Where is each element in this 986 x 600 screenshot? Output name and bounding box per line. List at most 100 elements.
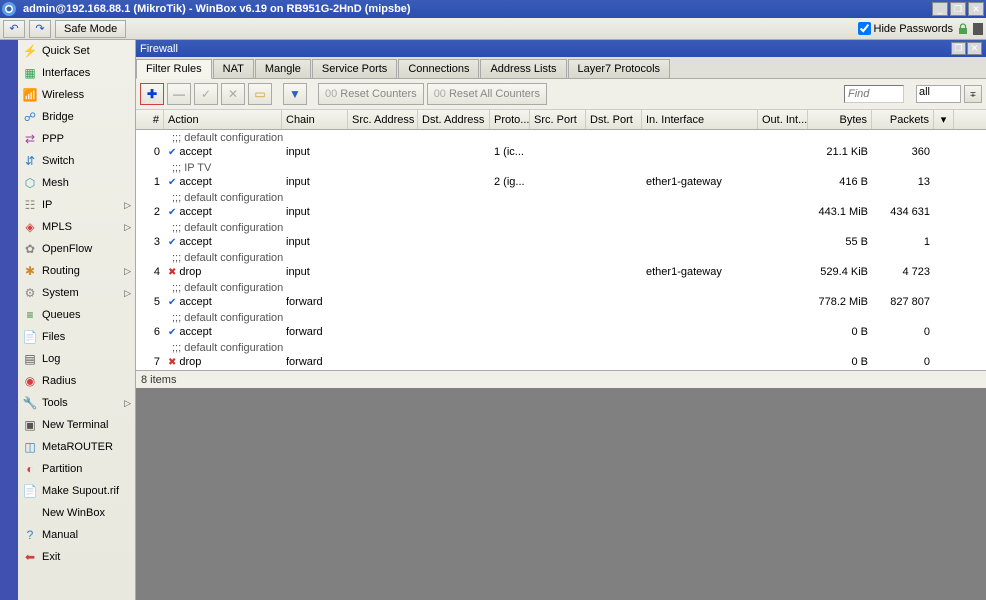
col-src-port[interactable]: Src. Port bbox=[530, 110, 586, 129]
sidebar-item-metarouter[interactable]: ◫ MetaROUTER bbox=[18, 436, 135, 458]
tab-filter-rules[interactable]: Filter Rules bbox=[136, 59, 212, 79]
sidebar-icon: ⇵ bbox=[22, 153, 38, 169]
table-row[interactable]: 5 ✔accept forward 778.2 MiB 827 807 bbox=[136, 295, 986, 310]
top-toolbar: ↶ ↷ Safe Mode Hide Passwords bbox=[0, 18, 986, 40]
comment-row[interactable]: ;;; default configuration bbox=[136, 280, 986, 295]
col-packets[interactable]: Packets bbox=[872, 110, 934, 129]
sidebar-item-switch[interactable]: ⇵ Switch bbox=[18, 150, 135, 172]
col-menu-button[interactable]: ▾ bbox=[934, 110, 954, 129]
firewall-window: Firewall ❐ ✕ Filter RulesNATMangleServic… bbox=[136, 40, 986, 388]
table-row[interactable]: 2 ✔accept input 443.1 MiB 434 631 bbox=[136, 205, 986, 220]
window-restore-button[interactable]: ❐ bbox=[951, 42, 966, 55]
table-row[interactable]: 3 ✔accept input 55 B 1 bbox=[136, 235, 986, 250]
filter-select[interactable]: all bbox=[916, 85, 961, 103]
status-indicator-icon bbox=[973, 23, 983, 35]
sidebar-item-files[interactable]: 📄 Files bbox=[18, 326, 135, 348]
sidebar-icon: ◈ bbox=[22, 219, 38, 235]
col-num[interactable]: # bbox=[136, 110, 164, 129]
comment-row[interactable]: ;;; IP TV bbox=[136, 160, 986, 175]
filter-dropdown-button[interactable]: ∓ bbox=[964, 85, 982, 103]
reset-counters-button[interactable]: 00Reset Counters bbox=[318, 83, 424, 105]
sidebar-item-openflow[interactable]: ✿ OpenFlow bbox=[18, 238, 135, 260]
comment-row[interactable]: ;;; default configuration bbox=[136, 190, 986, 205]
hide-passwords-checkbox[interactable]: Hide Passwords bbox=[858, 22, 953, 35]
filter-button[interactable]: ▼ bbox=[283, 83, 307, 105]
sidebar-item-label: Wireless bbox=[42, 89, 84, 101]
tab-address-lists[interactable]: Address Lists bbox=[480, 59, 566, 78]
sidebar-item-new-terminal[interactable]: ▣ New Terminal bbox=[18, 414, 135, 436]
window-close-button[interactable]: ✕ bbox=[967, 42, 982, 55]
sidebar-icon: ⇄ bbox=[22, 131, 38, 147]
sidebar-item-mpls[interactable]: ◈ MPLS ▷ bbox=[18, 216, 135, 238]
sidebar-item-radius[interactable]: ◉ Radius bbox=[18, 370, 135, 392]
accept-icon: ✔ bbox=[168, 297, 176, 308]
comment-row[interactable]: ;;; default configuration bbox=[136, 310, 986, 325]
col-chain[interactable]: Chain bbox=[282, 110, 348, 129]
sidebar-item-exit[interactable]: ⬅ Exit bbox=[18, 546, 135, 568]
sidebar-item-manual[interactable]: ? Manual bbox=[18, 524, 135, 546]
col-dst-address[interactable]: Dst. Address bbox=[418, 110, 490, 129]
col-action[interactable]: Action bbox=[164, 110, 282, 129]
table-row[interactable]: 4 ✖drop input ether1-gateway 529.4 KiB 4… bbox=[136, 265, 986, 280]
sidebar-item-interfaces[interactable]: ▦ Interfaces bbox=[18, 62, 135, 84]
tab-service-ports[interactable]: Service Ports bbox=[312, 59, 397, 78]
sidebar-item-ip[interactable]: ☷ IP ▷ bbox=[18, 194, 135, 216]
table-row[interactable]: 6 ✔accept forward 0 B 0 bbox=[136, 325, 986, 340]
titlebar-text: admin@192.168.88.1 (MikroTik) - WinBox v… bbox=[19, 3, 932, 15]
sidebar-item-routing[interactable]: ✱ Routing ▷ bbox=[18, 260, 135, 282]
redo-button[interactable]: ↷ bbox=[29, 20, 51, 38]
table-row[interactable]: 7 ✖drop forward 0 B 0 bbox=[136, 355, 986, 370]
sidebar-icon bbox=[22, 505, 38, 521]
titlebar: admin@192.168.88.1 (MikroTik) - WinBox v… bbox=[0, 0, 986, 18]
maximize-button[interactable]: ❐ bbox=[950, 2, 966, 16]
find-input[interactable] bbox=[844, 85, 904, 103]
sidebar-item-make-supout.rif[interactable]: 📄 Make Supout.rif bbox=[18, 480, 135, 502]
col-src-address[interactable]: Src. Address bbox=[348, 110, 418, 129]
add-button[interactable]: ✚ bbox=[140, 83, 164, 105]
tab-nat[interactable]: NAT bbox=[213, 59, 254, 78]
minimize-button[interactable]: _ bbox=[932, 2, 948, 16]
enable-button[interactable]: ✓ bbox=[194, 83, 218, 105]
accept-icon: ✔ bbox=[168, 327, 176, 338]
col-in-interface[interactable]: In. Interface bbox=[642, 110, 758, 129]
undo-button[interactable]: ↶ bbox=[3, 20, 25, 38]
drop-icon: ✖ bbox=[168, 357, 176, 368]
tab-layer7-protocols[interactable]: Layer7 Protocols bbox=[568, 59, 671, 78]
reset-all-counters-button[interactable]: 00Reset All Counters bbox=[427, 83, 547, 105]
tab-mangle[interactable]: Mangle bbox=[255, 59, 311, 78]
chevron-right-icon: ▷ bbox=[124, 200, 131, 211]
table-row[interactable]: 1 ✔accept input 2 (ig... ether1-gateway … bbox=[136, 175, 986, 190]
comment-row[interactable]: ;;; default configuration bbox=[136, 250, 986, 265]
sidebar-item-label: New WinBox bbox=[42, 507, 105, 519]
sidebar-item-queues[interactable]: ≡ Queues bbox=[18, 304, 135, 326]
remove-button[interactable]: — bbox=[167, 83, 191, 105]
hide-passwords-input[interactable] bbox=[858, 22, 871, 35]
col-proto[interactable]: Proto... bbox=[490, 110, 530, 129]
sidebar-item-partition[interactable]: ◐ Partition bbox=[18, 458, 135, 480]
safe-mode-button[interactable]: Safe Mode bbox=[55, 20, 126, 38]
comment-row[interactable]: ;;; default configuration bbox=[136, 220, 986, 235]
sidebar-icon: ⚡ bbox=[22, 43, 38, 59]
comment-button[interactable]: ▭ bbox=[248, 83, 272, 105]
col-out-interface[interactable]: Out. Int... bbox=[758, 110, 808, 129]
sidebar-item-mesh[interactable]: ⬡ Mesh bbox=[18, 172, 135, 194]
left-collapse-bar[interactable] bbox=[0, 40, 18, 600]
col-dst-port[interactable]: Dst. Port bbox=[586, 110, 642, 129]
sidebar-item-bridge[interactable]: ☍ Bridge bbox=[18, 106, 135, 128]
firewall-tabs: Filter RulesNATMangleService PortsConnec… bbox=[136, 57, 986, 79]
tab-connections[interactable]: Connections bbox=[398, 59, 479, 78]
table-row[interactable]: 0 ✔accept input 1 (ic... 21.1 KiB 360 bbox=[136, 145, 986, 160]
close-button[interactable]: ✕ bbox=[968, 2, 984, 16]
comment-row[interactable]: ;;; default configuration bbox=[136, 340, 986, 355]
accept-icon: ✔ bbox=[168, 207, 176, 218]
sidebar-item-quick-set[interactable]: ⚡ Quick Set bbox=[18, 40, 135, 62]
sidebar-item-log[interactable]: ▤ Log bbox=[18, 348, 135, 370]
sidebar-item-ppp[interactable]: ⇄ PPP bbox=[18, 128, 135, 150]
sidebar-item-tools[interactable]: 🔧 Tools ▷ bbox=[18, 392, 135, 414]
sidebar-item-system[interactable]: ⚙ System ▷ bbox=[18, 282, 135, 304]
disable-button[interactable]: ✕ bbox=[221, 83, 245, 105]
sidebar-item-wireless[interactable]: 📶 Wireless bbox=[18, 84, 135, 106]
col-bytes[interactable]: Bytes bbox=[808, 110, 872, 129]
comment-row[interactable]: ;;; default configuration bbox=[136, 130, 986, 145]
sidebar-item-new-winbox[interactable]: New WinBox bbox=[18, 502, 135, 524]
